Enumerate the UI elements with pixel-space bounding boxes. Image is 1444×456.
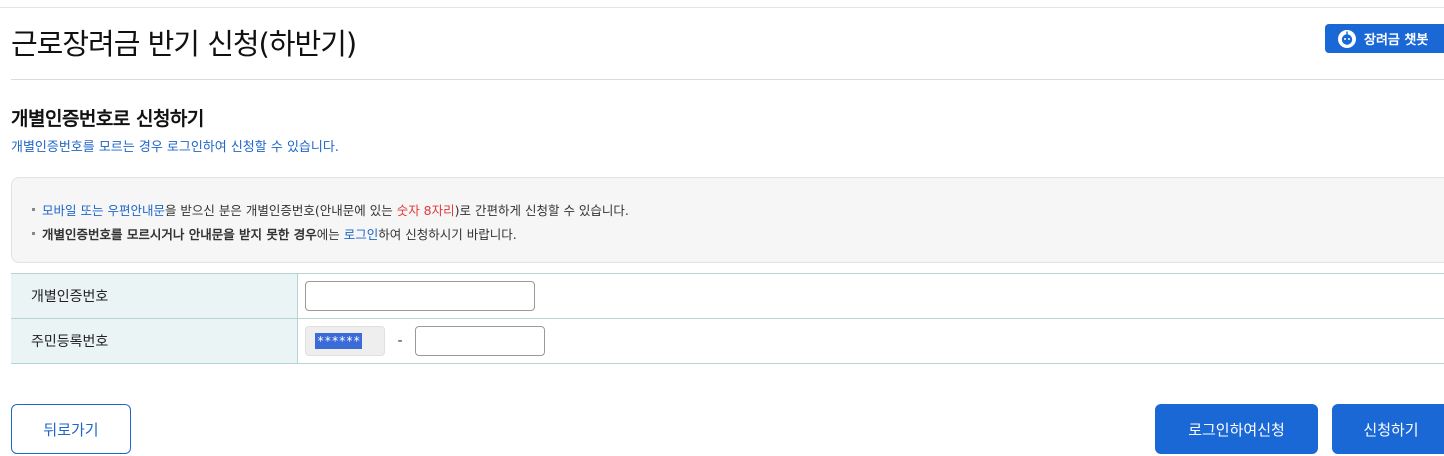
notice-highlight-mobile-mail: 모바일 또는 우편안내문: [42, 203, 165, 218]
auth-number-label: 개별인증번호: [11, 274, 298, 318]
chatbot-label: 장려금 챗봇: [1364, 33, 1429, 48]
section-subtitle: 개별인증번호를 모르는 경우 로그인하여 신청할 수 있습니다.: [11, 140, 339, 155]
rrn-cell: ****** -: [298, 319, 1444, 363]
rrn-separator: -: [397, 333, 403, 349]
notice-text: )로 간편하게 신청할 수 있습니다.: [454, 203, 629, 218]
notice-login-link[interactable]: 로그인: [344, 227, 379, 242]
section-title: 개별인증번호로 신청하기: [11, 108, 204, 130]
rrn-front-field: ******: [305, 326, 385, 356]
title-divider: [11, 79, 1444, 80]
rrn-label: 주민등록번호: [11, 319, 298, 363]
notice-text: 하여 신청하시기 바랍니다.: [378, 227, 517, 242]
form-row-rrn: 주민등록번호 ****** -: [11, 319, 1444, 364]
form-table: 개별인증번호 주민등록번호 ****** -: [11, 273, 1444, 364]
notice-text: 을 받으신 분은 개별인증번호(안내문에 있는: [164, 203, 397, 218]
bullet-icon: [32, 232, 35, 235]
rrn-front-masked-value: ******: [315, 333, 363, 349]
bullet-icon: [32, 208, 35, 211]
notice-text: 에는: [316, 227, 344, 242]
notice-highlight-8-digits: 숫자 8자리: [396, 203, 455, 218]
notice-box: 모바일 또는 우편안내문을 받으신 분은 개별인증번호(안내문에 있는 숫자 8…: [11, 177, 1444, 263]
chatbot-button[interactable]: 장려금 챗봇: [1325, 24, 1444, 53]
auth-number-cell: [298, 274, 1444, 318]
notice-line-1: 모바일 또는 우편안내문을 받으신 분은 개별인증번호(안내문에 있는 숫자 8…: [32, 200, 629, 219]
chatbot-icon: [1337, 29, 1357, 49]
page-title: 근로장려금 반기 신청(하반기): [11, 27, 357, 61]
notice-bold-text: 개별인증번호를 모르시거나 안내문을 받지 못한 경우: [42, 227, 317, 242]
notice-line-2: 개별인증번호를 모르시거나 안내문을 받지 못한 경우에는 로그인하여 신청하시…: [32, 224, 517, 243]
rrn-back-input[interactable]: [415, 326, 545, 356]
top-divider: [0, 7, 1444, 8]
back-button[interactable]: 뒤로가기: [11, 404, 131, 454]
apply-button[interactable]: 신청하기: [1332, 404, 1444, 454]
login-apply-button[interactable]: 로그인하여신청: [1155, 404, 1318, 454]
auth-number-input[interactable]: [305, 281, 535, 311]
form-row-auth-number: 개별인증번호: [11, 274, 1444, 319]
